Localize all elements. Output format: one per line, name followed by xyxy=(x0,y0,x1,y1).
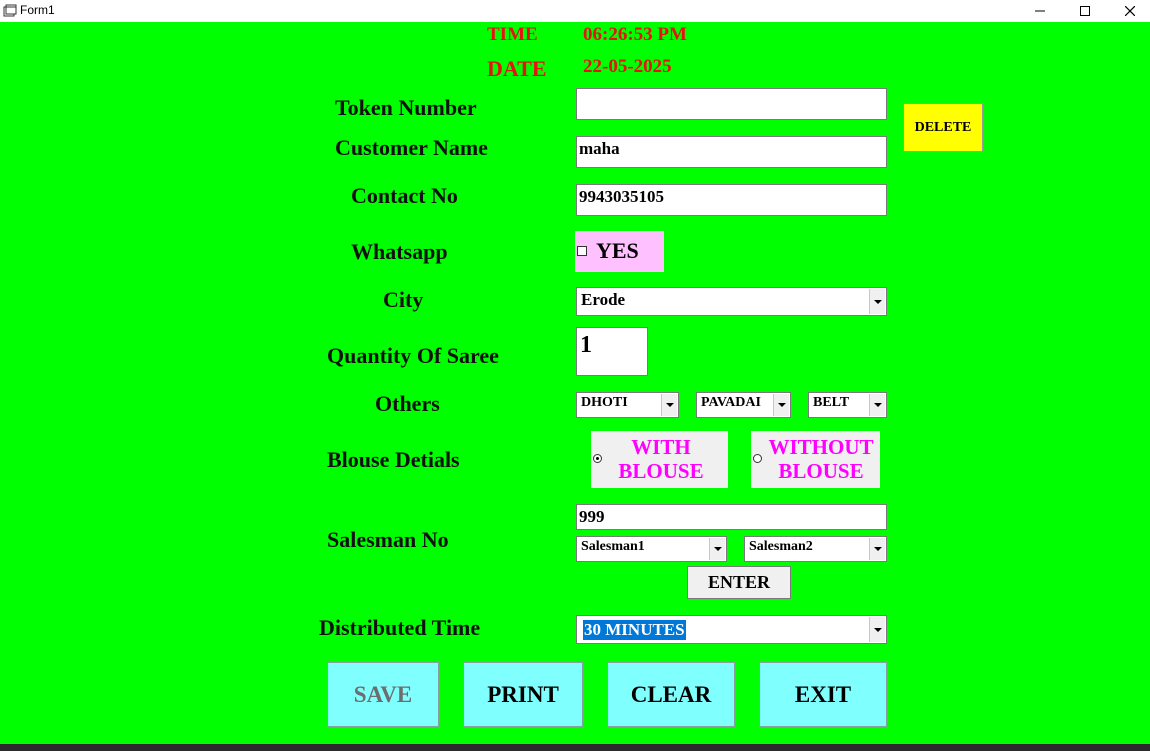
chevron-down-icon[interactable] xyxy=(869,394,885,416)
taskbar-edge xyxy=(0,744,1150,751)
radio-unselected-icon[interactable] xyxy=(753,454,762,463)
clear-button[interactable]: CLEAR xyxy=(607,662,735,727)
date-value: 22-05-2025 xyxy=(583,56,672,77)
others-label: Others xyxy=(375,391,440,416)
chevron-down-icon[interactable] xyxy=(869,289,885,314)
title-bar: Form1 xyxy=(0,0,1150,22)
radio-selected-icon[interactable] xyxy=(593,454,602,463)
salesman2-dropdown[interactable]: Salesman2 xyxy=(744,536,887,562)
without-blouse-line1: WITHOUT xyxy=(768,435,874,459)
quantity-label: Quantity Of Saree xyxy=(327,343,499,368)
enter-button[interactable]: ENTER xyxy=(687,566,791,599)
time-label: TIME xyxy=(487,24,538,45)
maximize-button[interactable] xyxy=(1062,0,1108,22)
city-label: City xyxy=(383,287,424,312)
with-blouse-radio[interactable]: WITH BLOUSE xyxy=(591,431,728,488)
contact-no-label: Contact No xyxy=(351,183,458,208)
pavadai-value: PAVADAI xyxy=(701,395,761,410)
print-button[interactable]: PRINT xyxy=(463,662,583,727)
city-value: Erode xyxy=(581,290,626,309)
close-icon xyxy=(1125,6,1135,16)
whatsapp-yes-label: YES xyxy=(596,238,639,263)
quantity-input[interactable]: 1 xyxy=(576,327,648,376)
without-blouse-line2: BLOUSE xyxy=(778,459,864,483)
salesman-no-label: Salesman No xyxy=(327,527,449,552)
distributed-time-dropdown[interactable]: 30 MINUTES xyxy=(576,615,887,644)
save-button[interactable]: SAVE xyxy=(327,662,439,727)
time-value: 06:26:53 PM xyxy=(583,24,687,45)
with-blouse-line2: BLOUSE xyxy=(618,459,704,483)
whatsapp-checkbox[interactable]: YES xyxy=(575,231,664,272)
chevron-down-icon[interactable] xyxy=(709,538,725,560)
exit-button[interactable]: EXIT xyxy=(759,662,887,727)
form-window-icon xyxy=(3,4,17,17)
chevron-down-icon[interactable] xyxy=(869,617,885,642)
pavadai-dropdown[interactable]: PAVADAI xyxy=(696,392,791,418)
without-blouse-radio[interactable]: WITHOUT BLOUSE xyxy=(751,431,880,488)
with-blouse-line1: WITH xyxy=(631,435,691,459)
customer-name-label: Customer Name xyxy=(335,135,488,160)
salesman2-value: Salesman2 xyxy=(749,539,813,554)
distributed-time-value: 30 MINUTES xyxy=(583,620,686,640)
salesman1-value: Salesman1 xyxy=(581,539,645,554)
whatsapp-label: Whatsapp xyxy=(351,239,448,264)
minimize-icon xyxy=(1035,10,1045,12)
chevron-down-icon[interactable] xyxy=(661,394,677,416)
token-number-input[interactable] xyxy=(576,88,887,120)
close-button[interactable] xyxy=(1107,0,1150,22)
city-dropdown[interactable]: Erode xyxy=(576,287,887,316)
dhoti-value: DHOTI xyxy=(581,395,628,410)
customer-name-input[interactable]: maha xyxy=(576,136,887,168)
date-label: DATE xyxy=(487,56,547,81)
salesman-no-input[interactable]: 999 xyxy=(576,504,887,530)
window-title: Form1 xyxy=(20,3,55,17)
maximize-icon xyxy=(1080,6,1090,16)
dhoti-dropdown[interactable]: DHOTI xyxy=(576,392,679,418)
belt-value: BELT xyxy=(813,395,850,410)
delete-button[interactable]: DELETE xyxy=(903,103,983,152)
minimize-button[interactable] xyxy=(1017,0,1063,22)
token-number-label: Token Number xyxy=(335,95,477,120)
distributed-time-label: Distributed Time xyxy=(319,615,481,640)
chevron-down-icon[interactable] xyxy=(869,538,885,560)
contact-no-input[interactable]: 9943035105 xyxy=(576,184,887,216)
chevron-down-icon[interactable] xyxy=(773,394,789,416)
salesman1-dropdown[interactable]: Salesman1 xyxy=(576,536,727,562)
checkbox-box[interactable] xyxy=(577,246,587,256)
belt-dropdown[interactable]: BELT xyxy=(808,392,887,418)
blouse-details-label: Blouse Detials xyxy=(327,447,460,472)
